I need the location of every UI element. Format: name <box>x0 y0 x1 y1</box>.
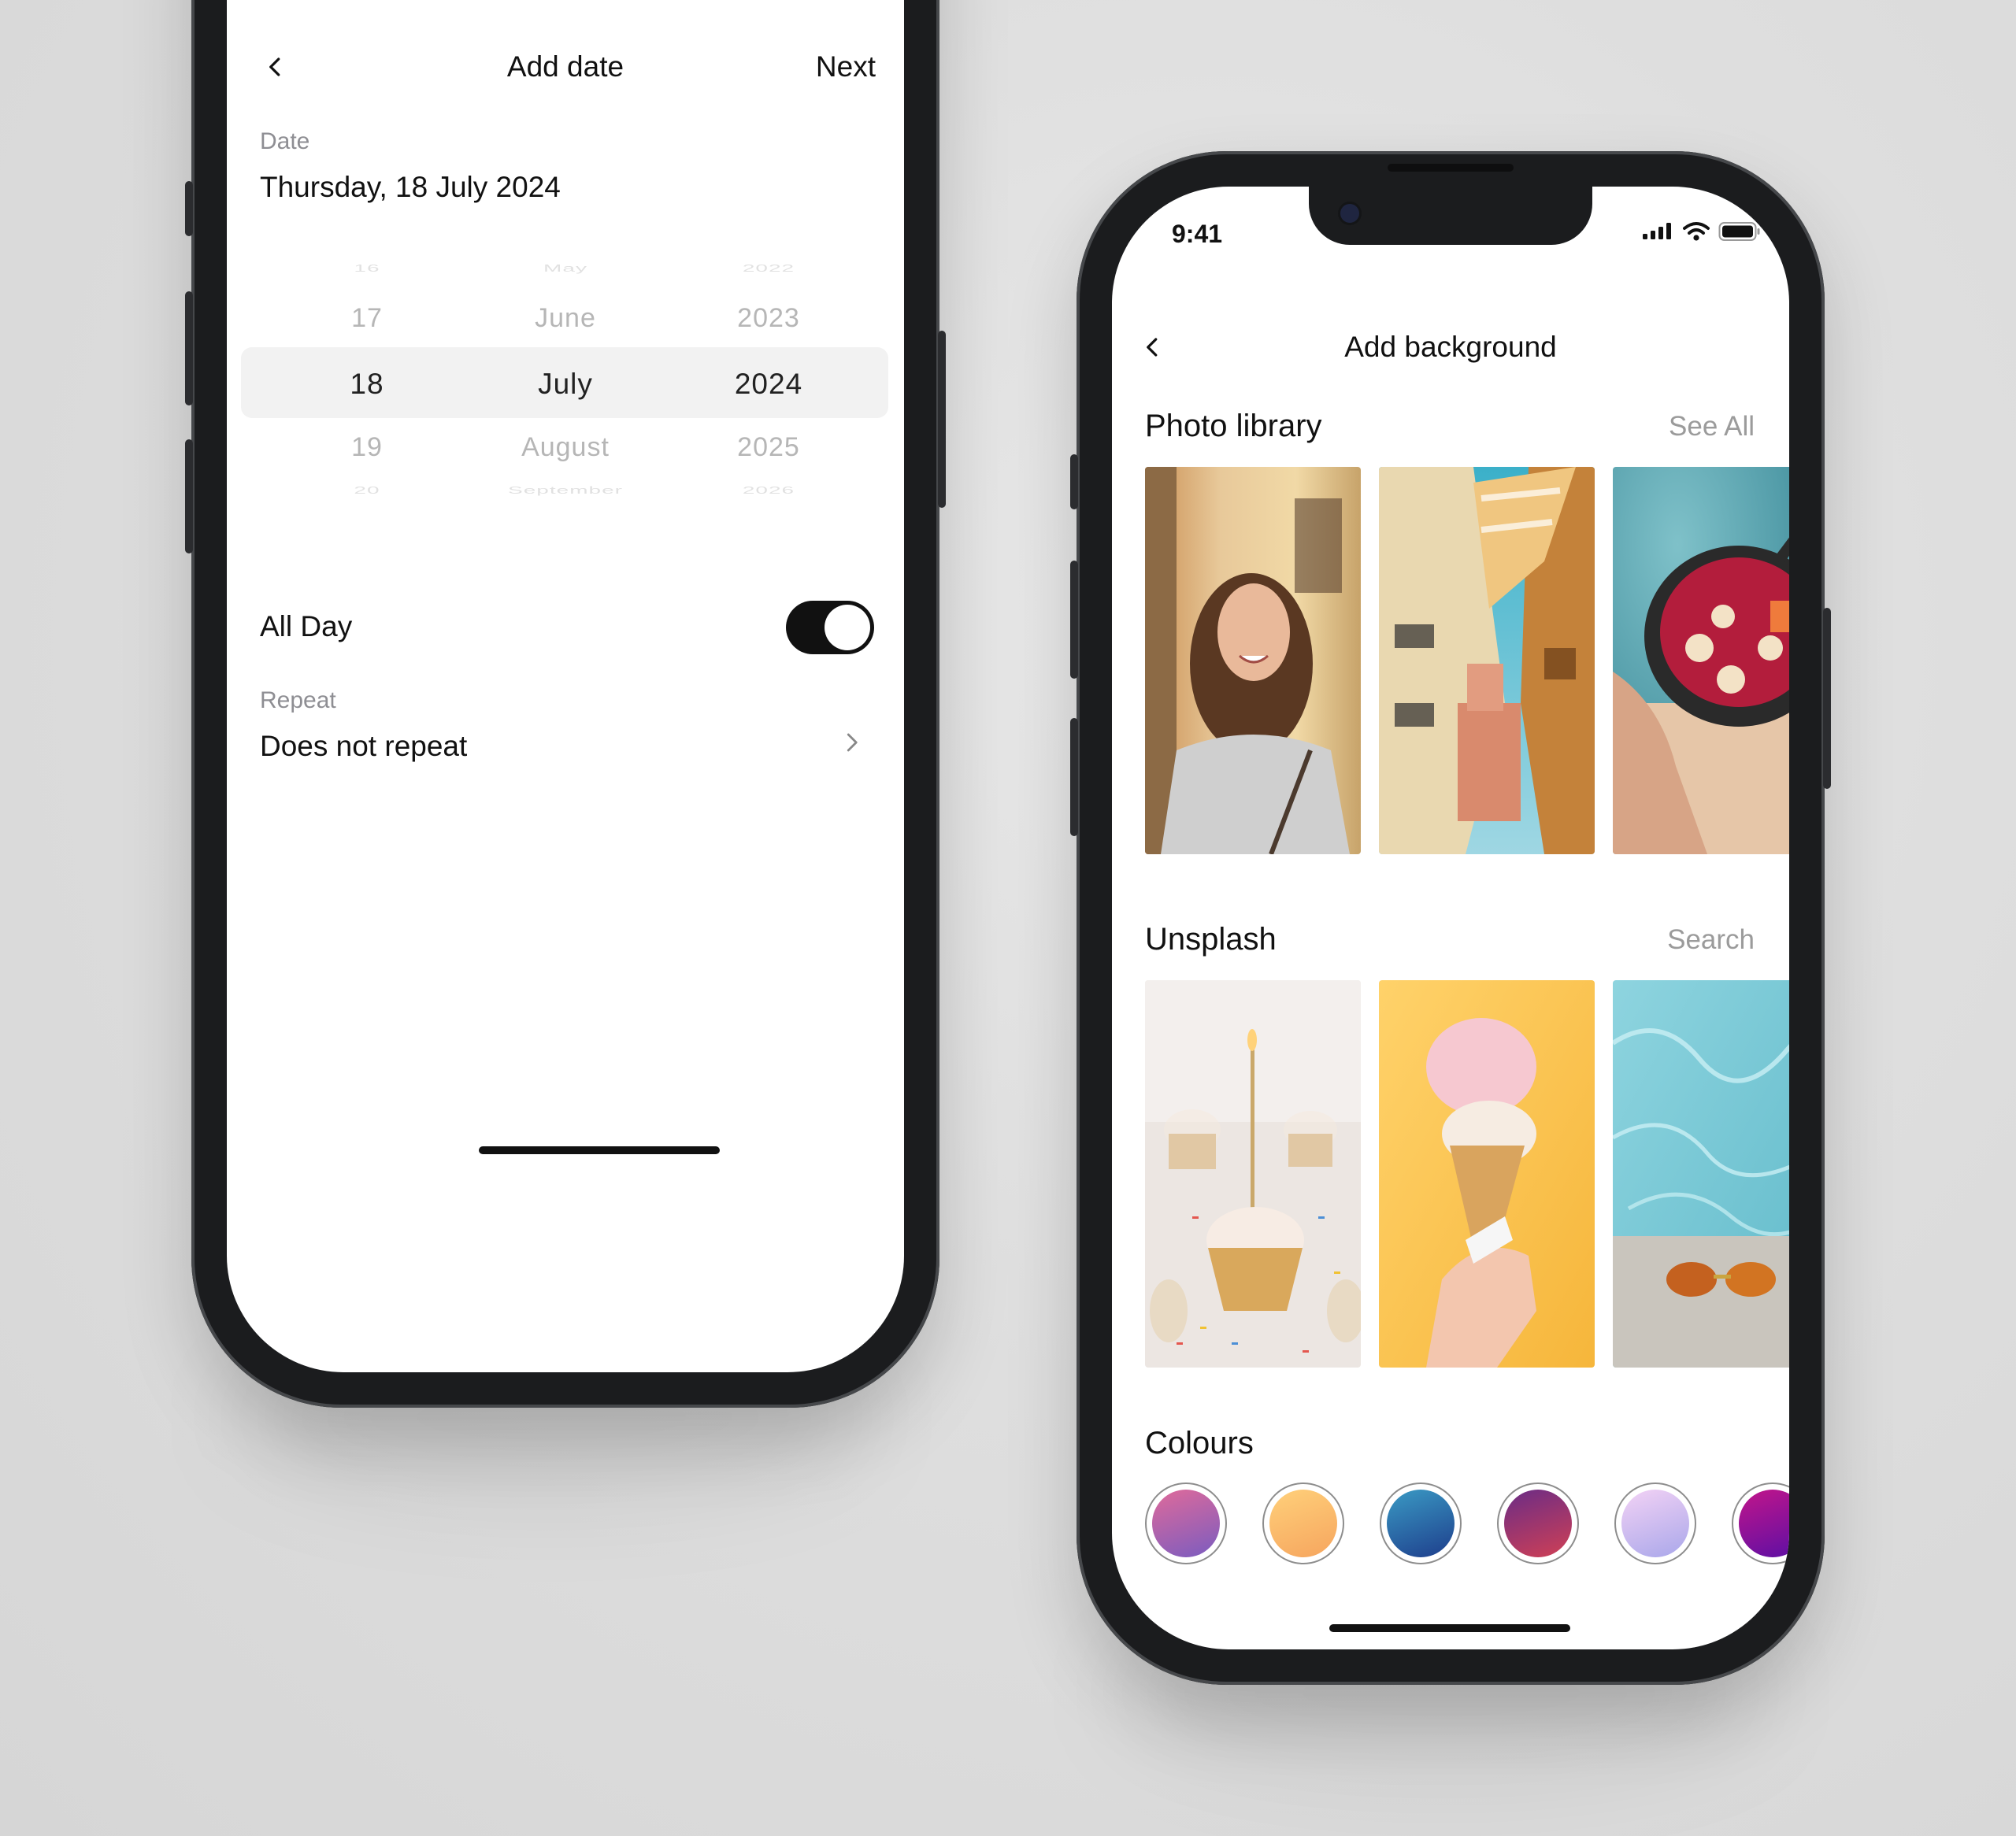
photo-old-town-buildings[interactable] <box>1379 467 1595 854</box>
home-indicator <box>479 1146 720 1154</box>
earpiece-speaker <box>1388 164 1514 172</box>
add-date-screen: Add date Next Date Thursday, 18 July 202… <box>227 0 904 1372</box>
year-wheel[interactable]: 2022 2023 2024 2025 2026 <box>666 256 871 508</box>
day-wheel[interactable]: 16 17 18 19 20 <box>265 256 469 508</box>
see-all-link[interactable]: See All <box>1669 411 1755 442</box>
photo-pool-sunglasses[interactable] <box>1613 980 1789 1368</box>
all-day-toggle[interactable] <box>786 601 874 654</box>
status-icons <box>1641 221 1761 242</box>
phone-left: Add date Next Date Thursday, 18 July 202… <box>185 0 946 1408</box>
year-option[interactable]: 2026 <box>666 485 871 496</box>
day-option[interactable]: 17 <box>265 303 469 334</box>
photo-woman-smiling[interactable] <box>1145 467 1361 854</box>
back-button[interactable] <box>258 50 293 84</box>
day-option[interactable]: 16 <box>265 263 469 274</box>
status-time: 9:41 <box>1172 220 1223 248</box>
photo-ice-cream-cone[interactable] <box>1379 980 1595 1368</box>
repeat-value[interactable]: Does not repeat <box>260 730 467 763</box>
year-option-selected[interactable]: 2024 <box>666 368 871 401</box>
power-button <box>938 331 946 508</box>
page-title: Add date <box>506 50 624 83</box>
colour-swatch[interactable] <box>1614 1482 1696 1564</box>
signal-icon <box>1643 223 1671 239</box>
month-option[interactable]: September <box>463 485 668 496</box>
day-option[interactable]: 20 <box>265 485 469 496</box>
month-option-selected[interactable]: July <box>463 368 668 401</box>
all-day-label: All Day <box>260 610 353 642</box>
add-background-screen: 9:41 Add background Photo library See Al… <box>1112 187 1789 1649</box>
colour-swatch[interactable] <box>1732 1482 1789 1564</box>
photo-fruit-bowl[interactable] <box>1613 467 1789 854</box>
next-button[interactable]: Next <box>816 50 876 83</box>
month-wheel[interactable]: May June July August September <box>463 256 668 508</box>
wifi-icon <box>1683 222 1710 241</box>
chevron-right-icon[interactable] <box>839 731 863 754</box>
date-label: Date <box>260 128 310 154</box>
volume-down-button <box>1070 718 1078 836</box>
colour-swatch[interactable] <box>1497 1482 1579 1564</box>
front-camera <box>1340 204 1359 223</box>
page-title: Add background <box>1344 331 1557 363</box>
colours-title: Colours <box>1145 1426 1254 1460</box>
battery-icon <box>1718 222 1760 241</box>
month-option[interactable]: August <box>463 432 668 463</box>
nav-bar: Add background <box>1112 316 1789 379</box>
volume-down-button <box>185 439 193 553</box>
side-button <box>1070 454 1078 509</box>
day-option[interactable]: 19 <box>265 432 469 463</box>
back-button[interactable] <box>1136 330 1170 365</box>
chevron-left-icon <box>1147 338 1158 357</box>
chevron-left-icon <box>269 57 280 76</box>
phone-right: 9:41 Add background Photo library See Al… <box>1070 151 1831 1685</box>
photo-birthday-cupcakes[interactable] <box>1145 980 1361 1368</box>
month-option[interactable]: May <box>463 263 668 274</box>
colour-swatch[interactable] <box>1262 1482 1344 1564</box>
year-option[interactable]: 2023 <box>666 303 871 334</box>
day-option-selected[interactable]: 18 <box>265 368 469 401</box>
power-button <box>1823 608 1831 789</box>
home-indicator <box>1329 1624 1570 1632</box>
year-option[interactable]: 2022 <box>666 263 871 274</box>
search-link[interactable]: Search <box>1667 924 1755 956</box>
colour-swatch[interactable] <box>1145 1482 1227 1564</box>
date-value: Thursday, 18 July 2024 <box>260 171 561 203</box>
volume-up-button <box>185 291 193 405</box>
photo-library-title: Photo library <box>1145 409 1322 443</box>
toggle-knob <box>825 605 870 650</box>
year-option[interactable]: 2025 <box>666 432 871 463</box>
unsplash-title: Unsplash <box>1145 922 1277 957</box>
month-option[interactable]: June <box>463 303 668 334</box>
colour-swatch[interactable] <box>1380 1482 1462 1564</box>
volume-up-button <box>1070 561 1078 679</box>
notch <box>1309 187 1592 245</box>
repeat-label: Repeat <box>260 687 336 713</box>
date-picker[interactable]: 16 17 18 19 20 May June July August Sept… <box>241 256 888 508</box>
side-button <box>185 181 193 236</box>
nav-bar: Add date Next <box>227 35 904 98</box>
